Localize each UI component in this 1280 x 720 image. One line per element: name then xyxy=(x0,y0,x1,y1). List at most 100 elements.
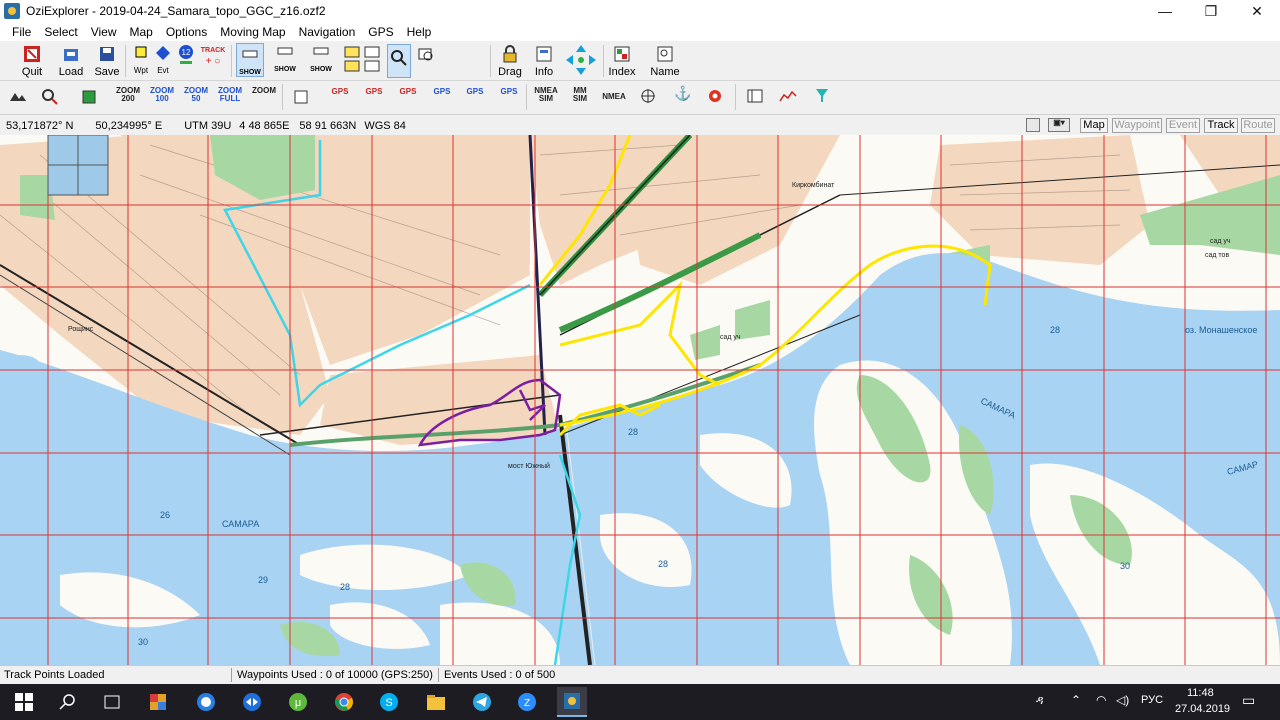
label-bridge: мост Южный xyxy=(508,462,550,470)
zoom-100-button[interactable]: ZOOM 100 xyxy=(150,87,174,103)
separator xyxy=(526,84,527,110)
status-bar: Track Points Loaded Waypoints Used : 0 o… xyxy=(0,665,1280,684)
language-indicator[interactable]: РУС xyxy=(1141,694,1163,706)
longitude-readout: 50,234995° E xyxy=(95,119,163,132)
file-explorer-icon[interactable] xyxy=(421,687,451,717)
ozi-taskbar-icon[interactable] xyxy=(557,687,587,717)
mode-map-button[interactable]: Map xyxy=(1080,118,1108,133)
mode-waypoint-button[interactable]: Waypoint xyxy=(1112,118,1162,133)
zoom-app-icon[interactable]: Z xyxy=(512,687,542,717)
close-button[interactable]: ✕ xyxy=(1234,0,1280,22)
windows-start-icon[interactable] xyxy=(9,687,39,717)
notification-icon[interactable]: ▭ xyxy=(1242,692,1255,709)
chrome-icon[interactable] xyxy=(329,687,359,717)
map-canvas[interactable]: САМАРА САМАРА САМАР оз. Монашенское 26 2… xyxy=(0,135,1280,665)
topo-map[interactable]: САМАРА САМАРА САМАР оз. Монашенское 26 2… xyxy=(0,135,1280,665)
menu-map[interactable]: Map xyxy=(130,25,153,39)
lifebuoy-icon[interactable] xyxy=(707,89,723,105)
menu-options[interactable]: Options xyxy=(166,25,207,39)
utorrent-icon[interactable]: μ xyxy=(283,687,313,717)
move-button[interactable] xyxy=(563,41,599,77)
track-button[interactable]: TRACK + ○ xyxy=(199,41,227,67)
browser-app-icon[interactable] xyxy=(191,687,221,717)
menu-file[interactable]: File xyxy=(12,25,31,39)
save-button[interactable]: Save xyxy=(92,41,122,78)
cube-app-icon[interactable] xyxy=(143,687,173,717)
load-button[interactable]: Load xyxy=(56,41,86,78)
menu-gps[interactable]: GPS xyxy=(368,25,393,39)
quit-button[interactable]: Quit xyxy=(18,41,46,78)
zoom-select-button[interactable]: ZOOM xyxy=(252,87,276,95)
mm-sim-button[interactable]: MM SIM xyxy=(568,87,592,103)
show-tracks-button[interactable]: SHOW xyxy=(306,41,336,73)
gps-get-tracks[interactable]: GPS xyxy=(464,88,486,96)
gps-get-waypoints[interactable]: GPS xyxy=(329,88,351,96)
wifi-icon[interactable]: ◠ xyxy=(1096,693,1106,707)
menu-select[interactable]: Select xyxy=(44,25,77,39)
event-button[interactable]: Evt xyxy=(152,41,174,75)
label-28a: 28 xyxy=(340,582,350,592)
gps-get-routes[interactable]: GPS xyxy=(397,88,419,96)
grid-icon xyxy=(362,44,382,72)
task-view-icon[interactable] xyxy=(97,687,127,717)
zoom-50-button[interactable]: ZOOM 50 xyxy=(184,87,208,103)
zoom-full-button[interactable]: ZOOM FULL xyxy=(217,87,243,103)
drag-button[interactable]: Drag xyxy=(496,41,524,78)
map-grid-button[interactable] xyxy=(362,41,382,72)
zoom-find-button[interactable] xyxy=(387,44,411,78)
route-button[interactable]: 12 xyxy=(175,41,197,64)
minimize-button[interactable]: — xyxy=(1142,0,1188,22)
menu-help[interactable]: Help xyxy=(407,25,432,39)
save-map-icon[interactable]: ▣▾ xyxy=(1048,118,1070,132)
label-26: 26 xyxy=(160,510,170,520)
mode-route-button[interactable]: Route xyxy=(1241,118,1275,133)
waypoint-button[interactable]: Wpt xyxy=(130,41,152,75)
show-icon xyxy=(240,47,260,67)
name-search-button[interactable]: Name xyxy=(648,41,682,78)
gps-send-routes[interactable]: GPS xyxy=(431,88,453,96)
elevation-chart-icon[interactable] xyxy=(778,89,798,105)
anchor-icon[interactable]: ⚓ xyxy=(674,86,691,100)
menu-view[interactable]: View xyxy=(91,25,117,39)
target-icon[interactable] xyxy=(640,89,656,105)
telegram-icon[interactable] xyxy=(467,687,497,717)
label-kombinat: Киркомбинат xyxy=(792,181,835,189)
gps-send-tracks[interactable]: GPS xyxy=(498,88,520,96)
skype-icon[interactable]: S xyxy=(374,687,404,717)
moving-map-icon[interactable] xyxy=(8,89,28,107)
funnel-icon[interactable] xyxy=(814,88,830,106)
maximize-button[interactable]: ❐ xyxy=(1188,0,1234,22)
plus-circle-icon: + ○ xyxy=(205,56,221,67)
separator xyxy=(231,45,232,77)
gps-config-icon[interactable] xyxy=(292,89,310,107)
wpt-label: Wpt xyxy=(133,66,149,75)
menu-navigation[interactable]: Navigation xyxy=(299,25,356,39)
nmea-sim-button[interactable]: NMEA SIM xyxy=(534,87,558,103)
mode-track-button[interactable]: Track xyxy=(1204,118,1238,133)
zoom-window-button[interactable] xyxy=(414,41,438,64)
chevron-up-icon[interactable]: ⌃ xyxy=(1071,693,1081,707)
clock-time[interactable]: 11:48 xyxy=(1187,687,1214,699)
search-icon[interactable] xyxy=(53,687,83,717)
map-image-icon[interactable] xyxy=(1026,118,1040,132)
show-waypoints-button[interactable]: SHOW xyxy=(236,43,264,77)
label-village: Рощинс xyxy=(68,326,94,333)
gps-send-waypoints[interactable]: GPS xyxy=(363,88,385,96)
clock-date[interactable]: 27.04.2019 xyxy=(1175,703,1230,715)
map-layers-button[interactable] xyxy=(342,41,362,72)
zoom-200-button[interactable]: ZOOM 200 xyxy=(116,87,140,103)
show-events-button[interactable]: SHOW xyxy=(270,41,300,73)
nmea-button[interactable]: NMEA xyxy=(600,93,628,101)
person-icon[interactable]: ዳ xyxy=(1036,693,1044,708)
drag-label: Drag xyxy=(498,66,522,78)
mode-event-button[interactable]: Event xyxy=(1166,118,1200,133)
print-icon[interactable] xyxy=(80,89,98,107)
data-table-icon[interactable] xyxy=(746,89,764,105)
menu-moving-map[interactable]: Moving Map xyxy=(220,25,285,39)
navigation-icon[interactable] xyxy=(40,88,60,108)
name-search-icon xyxy=(655,44,675,64)
info-button[interactable]: Info xyxy=(531,41,557,78)
speaker-icon[interactable]: ◁) xyxy=(1116,693,1129,707)
index-button[interactable]: Index xyxy=(606,41,638,78)
teamviewer-icon[interactable] xyxy=(237,687,267,717)
